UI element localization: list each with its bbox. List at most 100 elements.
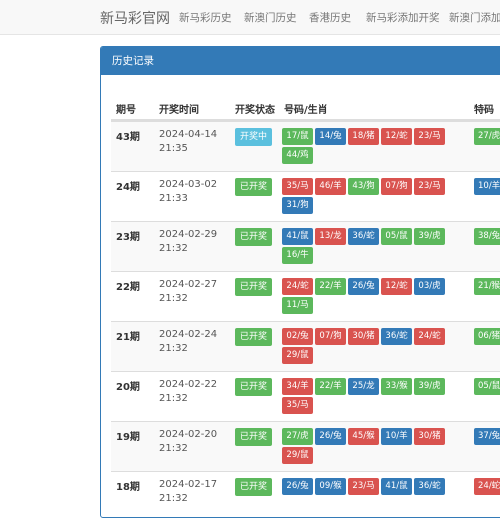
number-ball: 39/虎 [414, 228, 445, 245]
number-ball: 26/兔 [282, 478, 313, 495]
column-header-numbers: 号码/生肖 [284, 105, 328, 116]
nav-link-hongkong-history[interactable]: 香港历史 [309, 10, 351, 25]
period-cell: 24期 [116, 182, 140, 193]
column-header-special: 特码 [474, 105, 494, 116]
special-number-ball: 05/鼠 [474, 378, 500, 395]
status-badge: 已开奖 [235, 378, 272, 396]
number-ball: 43/狗 [348, 178, 379, 195]
number-ball: 23/马 [414, 128, 445, 145]
draw-time-cell: 2024-04-14 21:35 [159, 129, 218, 154]
period-cell: 21期 [116, 332, 140, 343]
special-number-ball: 37/兔 [474, 428, 500, 445]
status-badge: 已开奖 [235, 228, 272, 246]
table-row: 43期 2024-04-14 21:35 开奖中 17/鼠 14/兔 18/猪 12/蛇 23… [111, 121, 500, 171]
number-ball: 25/龙 [348, 378, 379, 395]
number-ball: 27/虎 [282, 428, 313, 445]
numbers-zodiac-cell: 41/鼠 13/龙 36/蛇 05/鼠 39/虎 16/牛 [282, 228, 452, 266]
draw-time-cell: 2024-02-20 21:32 [159, 429, 218, 454]
number-ball: 05/鼠 [381, 228, 412, 245]
numbers-zodiac-cell: 34/羊 22/羊 25/龙 33/猴 39/虎 35/马 [282, 378, 452, 416]
number-ball: 35/马 [282, 397, 313, 414]
status-badge: 已开奖 [235, 178, 272, 196]
number-ball: 44/鸡 [282, 147, 313, 164]
nav-link-xinaomen-add[interactable]: 新澳门添加开 [449, 10, 500, 25]
panel-title: 历史记录 [101, 47, 500, 75]
numbers-zodiac-cell: 26/兔 09/猴 23/马 41/鼠 36/蛇 [282, 478, 452, 497]
number-ball: 46/羊 [315, 178, 346, 195]
special-number-ball: 21/猴 [474, 278, 500, 295]
number-ball: 12/蛇 [381, 128, 412, 145]
status-badge: 已开奖 [235, 278, 272, 296]
nav-link-xinmacai-add[interactable]: 新马彩添加开奖 [366, 10, 440, 25]
table-row: 19期 2024-02-20 21:32 已开奖 27/虎 26/兔 45/猴 10/羊 30… [111, 421, 500, 471]
special-number-ball: 24/蛇 [474, 478, 500, 495]
status-badge: 开奖中 [235, 128, 272, 146]
number-ball: 35/马 [282, 178, 313, 195]
number-ball: 24/蛇 [282, 278, 313, 295]
draw-time-cell: 2024-02-24 21:32 [159, 329, 218, 354]
number-ball: 30/猪 [414, 428, 445, 445]
number-ball: 36/蛇 [414, 478, 445, 495]
special-number-ball: 06/猪 [474, 328, 500, 345]
number-ball: 31/狗 [282, 197, 313, 214]
number-ball: 22/羊 [315, 278, 346, 295]
number-ball: 36/蛇 [348, 228, 379, 245]
number-ball: 36/蛇 [381, 328, 412, 345]
number-ball: 30/猪 [348, 328, 379, 345]
status-badge: 已开奖 [235, 328, 272, 346]
draw-time-cell: 2024-02-22 21:32 [159, 379, 218, 404]
period-cell: 18期 [116, 482, 140, 493]
nav-link-xinaomen-history[interactable]: 新澳门历史 [244, 10, 297, 25]
number-ball: 33/猴 [381, 378, 412, 395]
table-row: 23期 2024-02-29 21:32 已开奖 41/鼠 13/龙 36/蛇 05/鼠 39… [111, 221, 500, 271]
status-badge: 已开奖 [235, 478, 272, 496]
numbers-zodiac-cell: 24/蛇 22/羊 26/兔 12/蛇 03/虎 11/马 [282, 278, 452, 316]
special-number-ball: 27/虎 [474, 128, 500, 145]
number-ball: 26/兔 [315, 428, 346, 445]
period-cell: 23期 [116, 232, 140, 243]
number-ball: 03/虎 [414, 278, 445, 295]
number-ball: 29/鼠 [282, 347, 313, 364]
top-navbar: 新马彩官网 新马彩历史 新澳门历史 香港历史 新马彩添加开奖 新澳门添加开 [0, 0, 500, 35]
number-ball: 41/鼠 [381, 478, 412, 495]
number-ball: 11/马 [282, 297, 313, 314]
number-ball: 29/鼠 [282, 447, 313, 464]
table-row: 21期 2024-02-24 21:32 已开奖 02/兔 07/狗 30/猪 36/蛇 24… [111, 321, 500, 371]
column-header-period: 期号 [116, 105, 136, 116]
special-number-ball: 38/兔 [474, 228, 500, 245]
period-cell: 20期 [116, 382, 140, 393]
period-cell: 19期 [116, 432, 140, 443]
table-row: 18期 2024-02-17 21:32 已开奖 26/兔 09/猴 23/马 41/鼠 36… [111, 471, 500, 521]
number-ball: 18/猪 [348, 128, 379, 145]
number-ball: 23/马 [414, 178, 445, 195]
table-row: 22期 2024-02-27 21:32 已开奖 24/蛇 22/羊 26/兔 12/蛇 03… [111, 271, 500, 321]
number-ball: 39/虎 [414, 378, 445, 395]
draw-time-cell: 2024-02-17 21:32 [159, 479, 218, 504]
status-badge: 已开奖 [235, 428, 272, 446]
column-header-time: 开奖时间 [159, 105, 199, 116]
draw-time-cell: 2024-02-27 21:32 [159, 279, 218, 304]
table-row: 24期 2024-03-02 21:33 已开奖 35/马 46/羊 43/狗 07/狗 23… [111, 171, 500, 221]
number-ball: 26/兔 [348, 278, 379, 295]
table-row: 20期 2024-02-22 21:32 已开奖 34/羊 22/羊 25/龙 33/猴 39… [111, 371, 500, 421]
number-ball: 09/猴 [315, 478, 346, 495]
numbers-zodiac-cell: 17/鼠 14/兔 18/猪 12/蛇 23/马 44/鸡 [282, 128, 452, 166]
number-ball: 07/狗 [315, 328, 346, 345]
number-ball: 07/狗 [381, 178, 412, 195]
draw-time-cell: 2024-03-02 21:33 [159, 179, 218, 204]
numbers-zodiac-cell: 35/马 46/羊 43/狗 07/狗 23/马 31/狗 [282, 178, 452, 216]
number-ball: 41/鼠 [282, 228, 313, 245]
number-ball: 17/鼠 [282, 128, 313, 145]
number-ball: 13/龙 [315, 228, 346, 245]
period-cell: 43期 [116, 132, 140, 143]
number-ball: 10/羊 [381, 428, 412, 445]
number-ball: 34/羊 [282, 378, 313, 395]
number-ball: 23/马 [348, 478, 379, 495]
number-ball: 02/兔 [282, 328, 313, 345]
special-number-ball: 10/羊 [474, 178, 500, 195]
column-header-status: 开奖状态 [235, 105, 275, 116]
number-ball: 12/蛇 [381, 278, 412, 295]
nav-link-xinmacai-history[interactable]: 新马彩历史 [179, 10, 232, 25]
brand-link[interactable]: 新马彩官网 [100, 8, 170, 28]
draw-time-cell: 2024-02-29 21:32 [159, 229, 218, 254]
